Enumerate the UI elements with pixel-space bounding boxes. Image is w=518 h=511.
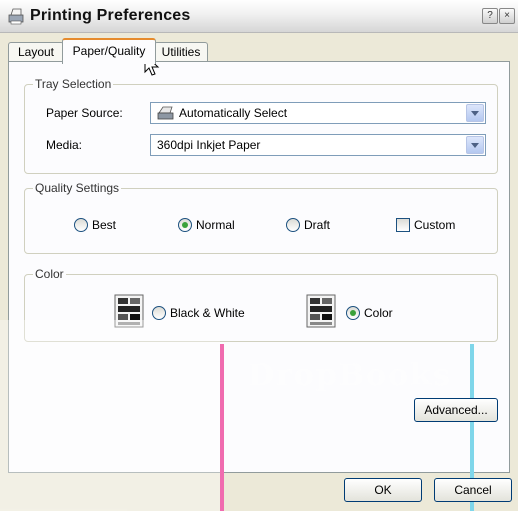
ok-button[interactable]: OK: [344, 478, 422, 502]
quality-draft-radio[interactable]: [286, 218, 300, 232]
quality-settings-title: Quality Settings: [33, 181, 122, 195]
close-button[interactable]: ×: [499, 8, 515, 24]
custom-label: Custom: [414, 218, 456, 232]
quality-normal-radio[interactable]: [178, 218, 192, 232]
tray-selection-group: Tray Selection: [24, 77, 498, 174]
tab-strip: Layout Paper/Quality Utilities: [8, 38, 508, 64]
tab-layout[interactable]: Layout: [8, 42, 64, 62]
tab-utilities[interactable]: Utilities: [154, 42, 208, 62]
tab-paper-quality[interactable]: Paper/Quality: [62, 38, 156, 64]
quality-best-radio[interactable]: [74, 218, 88, 232]
window-title: Printing Preferences: [30, 7, 191, 24]
tray-selection-title: Tray Selection: [33, 77, 114, 91]
black-white-label: Black & White: [170, 306, 245, 320]
watermark-band: [0, 320, 220, 511]
quality-normal-label: Normal: [196, 218, 235, 232]
color-radio[interactable]: [346, 306, 360, 320]
color-label: Color: [364, 306, 393, 320]
paper-source-select[interactable]: Automatically Select: [150, 102, 486, 124]
quality-draft-label: Draft: [304, 218, 331, 232]
advanced-button[interactable]: Advanced...: [414, 398, 498, 422]
custom-checkbox[interactable]: [396, 218, 410, 232]
black-white-radio[interactable]: [152, 306, 166, 320]
chevron-down-icon[interactable]: [466, 136, 484, 154]
paper-source-label: Paper Source:: [46, 106, 123, 120]
media-value: 360dpi Inkjet Paper: [157, 138, 261, 152]
cancel-button[interactable]: Cancel: [434, 478, 512, 502]
chevron-down-icon[interactable]: [466, 104, 484, 122]
help-button[interactable]: ?: [482, 8, 498, 24]
title-bar: Printing Preferences ? ×: [0, 0, 518, 33]
color-title: Color: [33, 267, 66, 281]
media-label: Media:: [46, 138, 83, 152]
quality-best-label: Best: [92, 218, 117, 232]
color-printer-icon: [306, 294, 336, 328]
media-select[interactable]: 360dpi Inkjet Paper: [150, 134, 486, 156]
watermark-text: DropBooks: [248, 358, 452, 393]
paper-source-value: Automatically Select: [179, 106, 288, 120]
pink-stripe: [220, 344, 224, 511]
printer-icon: [8, 8, 24, 25]
printer-icon: [157, 106, 174, 120]
printing-preferences-window: Printing Preferences ? × Layout Paper/Qu…: [0, 0, 518, 511]
